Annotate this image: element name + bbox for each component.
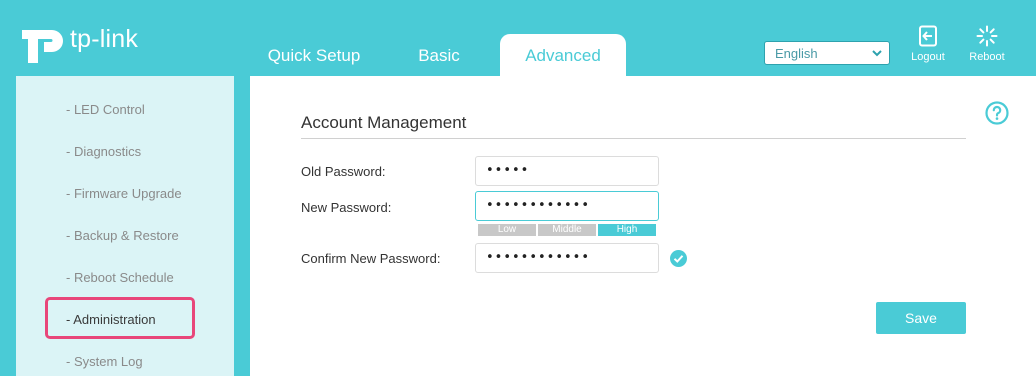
help-icon[interactable] — [985, 101, 1009, 125]
brand-logo: tp-link — [14, 14, 138, 64]
strength-low: Low — [478, 224, 536, 236]
sidebar-item-backup-restore[interactable]: - Backup & Restore — [66, 228, 179, 243]
old-password-input[interactable]: ••••• — [475, 156, 659, 186]
reboot-icon — [976, 25, 998, 47]
language-select-value: English — [775, 46, 818, 61]
main-panel: Account Management Old Password: ••••• N… — [250, 76, 1036, 376]
section-divider — [301, 138, 966, 139]
tab-quick-setup[interactable]: Quick Setup — [250, 34, 378, 76]
sidebar-item-system-log[interactable]: - System Log — [66, 354, 143, 369]
sidebar-item-reboot-schedule[interactable]: - Reboot Schedule — [66, 270, 174, 285]
sidebar-item-firmware-upgrade[interactable]: - Firmware Upgrade — [66, 186, 182, 201]
reboot-button[interactable]: Reboot — [962, 25, 1012, 63]
password-strength-meter: Low Middle High — [478, 224, 656, 236]
section-title: Account Management — [301, 113, 467, 132]
save-button[interactable]: Save — [876, 302, 966, 334]
reboot-label: Reboot — [969, 51, 1005, 63]
sidebar: - LED Control - Diagnostics - Firmware U… — [16, 76, 234, 376]
logout-label: Logout — [911, 51, 945, 63]
tab-advanced[interactable]: Advanced — [500, 34, 626, 76]
old-password-label: Old Password: — [301, 164, 386, 179]
strength-middle: Middle — [538, 224, 596, 236]
logout-button[interactable]: Logout — [903, 25, 953, 63]
new-password-label: New Password: — [301, 200, 392, 215]
tab-basic[interactable]: Basic — [396, 34, 482, 76]
brand-name: tp-link — [70, 24, 139, 53]
chevron-down-icon — [872, 50, 882, 57]
sidebar-item-diagnostics[interactable]: - Diagnostics — [66, 144, 141, 159]
language-select[interactable]: English — [764, 41, 890, 65]
confirm-password-label: Confirm New Password: — [301, 251, 441, 266]
confirm-password-input[interactable]: •••••••••••• — [475, 243, 659, 273]
check-icon — [670, 250, 687, 267]
sidebar-item-led-control[interactable]: - LED Control — [66, 102, 145, 117]
strength-high: High — [598, 224, 656, 236]
new-password-input[interactable]: •••••••••••• — [475, 191, 659, 221]
sidebar-item-administration[interactable]: - Administration — [66, 312, 156, 327]
logout-icon — [919, 25, 937, 47]
tp-link-logo-icon — [22, 30, 63, 63]
